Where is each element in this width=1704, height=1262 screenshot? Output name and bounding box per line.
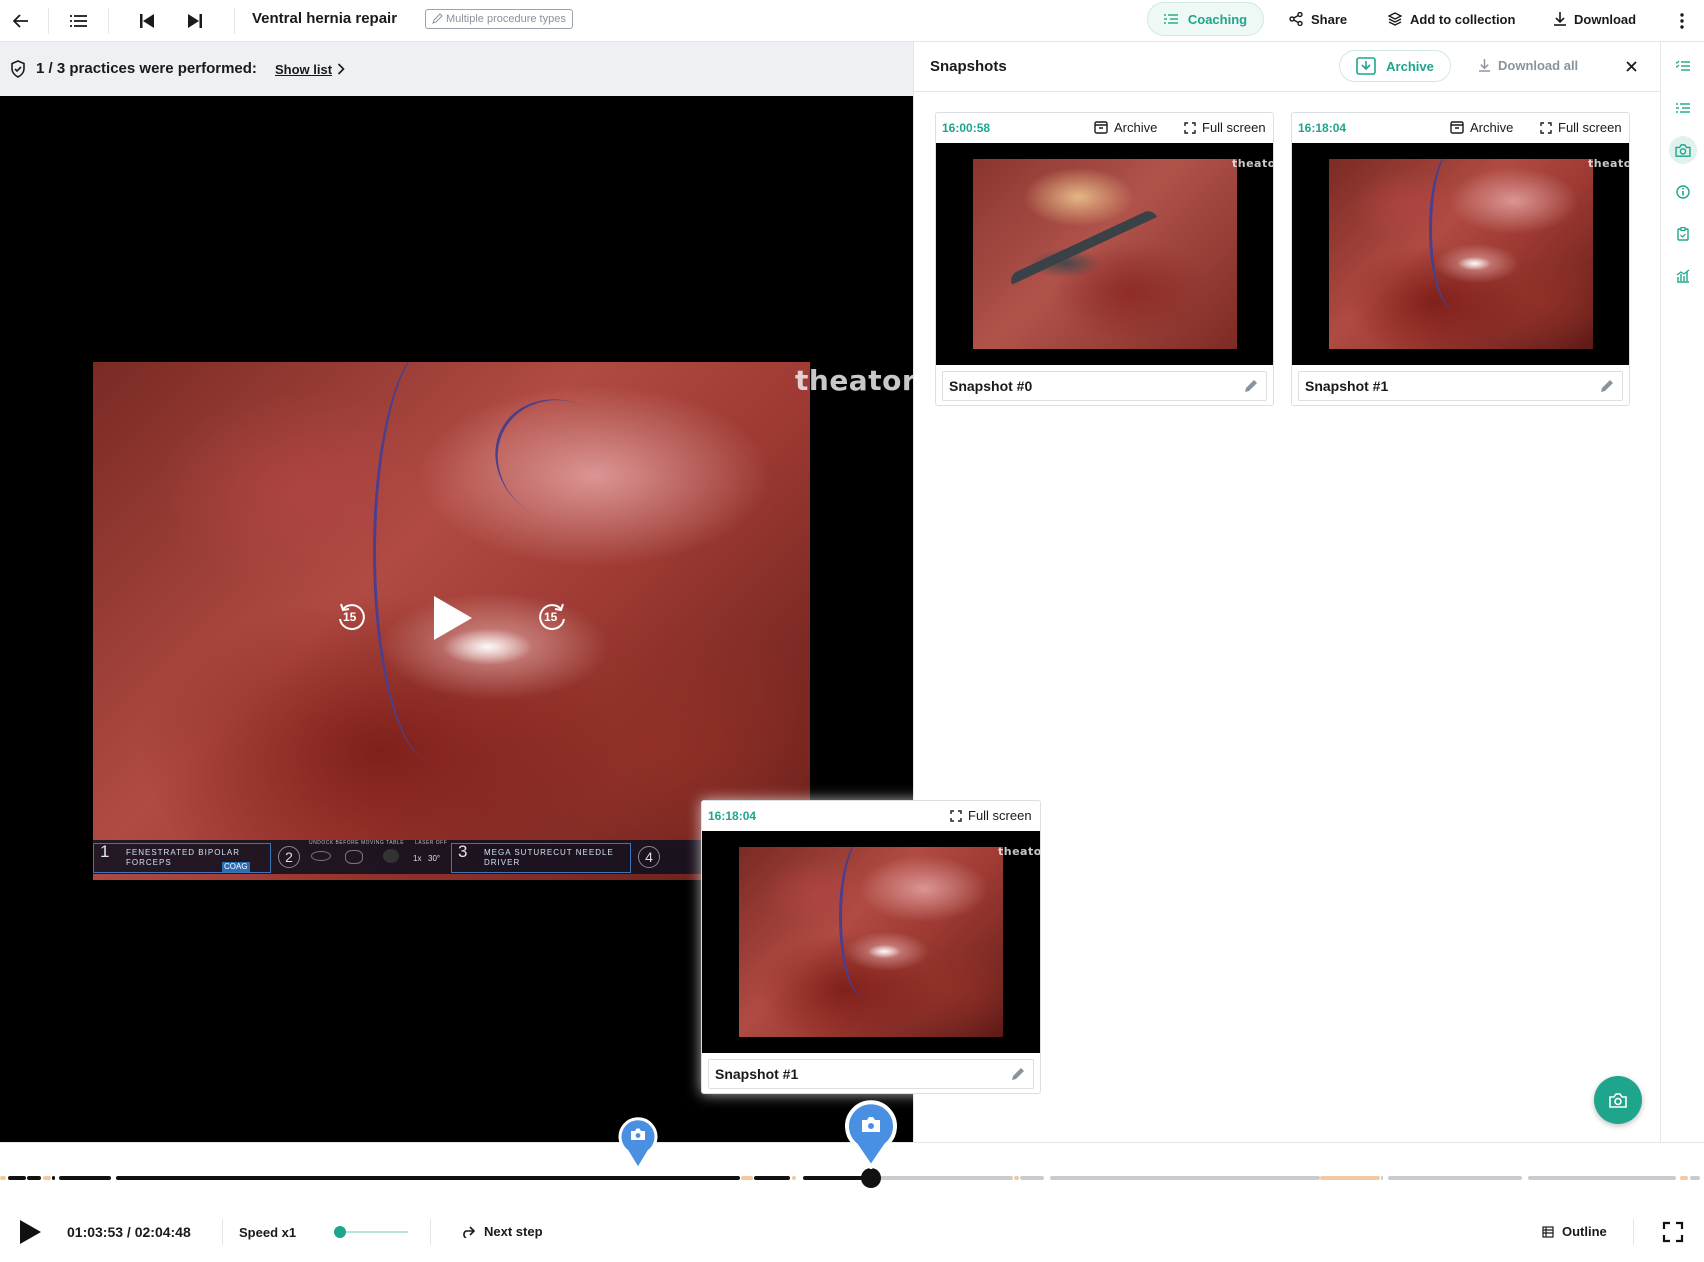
time-display: 01:03:53 / 02:04:48 [67, 1224, 191, 1240]
fullscreen-snapshot-button[interactable]: Full screen [1184, 120, 1266, 135]
skip-back-15-button[interactable]: 15 [335, 600, 369, 634]
outline-icon [1542, 1225, 1554, 1238]
archive-snapshot-button[interactable]: Archive [1094, 120, 1157, 135]
speed-slider[interactable] [333, 1226, 408, 1238]
chevron-right-icon[interactable] [337, 63, 345, 75]
practices-count: 1 / 3 practices were performed: [36, 60, 257, 77]
timeline-controls: 01:03:53 / 02:04:48 Speed x1 Next step O… [0, 1100, 1704, 1262]
snapshot-thumbnail[interactable]: theator [702, 831, 1040, 1053]
camera-icon [1609, 1092, 1627, 1108]
fullscreen-icon[interactable] [1662, 1221, 1684, 1243]
snapshot-time: 16:00:58 [942, 121, 991, 135]
snapshot-thumbnail[interactable]: theator [936, 143, 1273, 365]
share-icon [1289, 12, 1303, 26]
status-icon [345, 850, 363, 864]
download-button[interactable]: Download [1554, 0, 1636, 38]
fullscreen-snapshot-button[interactable]: Full screen [950, 808, 1032, 823]
edit-pencil-icon[interactable] [1244, 379, 1258, 393]
shield-check-icon [10, 60, 26, 78]
fullscreen-icon [1540, 121, 1552, 134]
back-arrow-icon[interactable] [6, 0, 36, 42]
tool-3: 3 MEGA SUTURECUT NEEDLE DRIVER [451, 843, 631, 873]
edit-pencil-icon[interactable] [1011, 1067, 1025, 1081]
next-video-icon[interactable] [180, 0, 210, 42]
snapshot-card[interactable]: 16:00:58 Archive Full screen theator Sna… [935, 112, 1274, 406]
snapshot-name-field[interactable]: Snapshot #1 [708, 1059, 1034, 1089]
info-icon[interactable] [1669, 178, 1697, 206]
fullscreen-snapshot-button[interactable]: Full screen [1540, 120, 1622, 135]
archive-icon [1094, 121, 1108, 134]
snapshot-marker[interactable] [617, 1115, 659, 1171]
more-options-icon[interactable] [1670, 0, 1694, 42]
close-icon[interactable] [1626, 61, 1637, 72]
side-rail [1660, 42, 1704, 1142]
snapshot-name-field[interactable]: Snapshot #1 [1298, 371, 1623, 401]
skip-forward-15-button[interactable]: 15 [535, 600, 569, 634]
outline-button[interactable]: Outline [1542, 1224, 1607, 1239]
camera-icon[interactable] [1669, 136, 1697, 164]
analytics-icon[interactable] [1669, 262, 1697, 290]
snapshot-thumbnail[interactable]: theator [1292, 143, 1629, 365]
speed-slider-handle[interactable] [333, 1226, 346, 1238]
procedure-type-badge[interactable]: Multiple procedure types [425, 9, 573, 29]
speed-label: Speed x1 [239, 1225, 297, 1240]
snapshot-marker-active[interactable] [844, 1099, 898, 1169]
top-bar: Ventral hernia repair Multiple procedure… [0, 0, 1704, 42]
previous-video-icon[interactable] [132, 0, 162, 42]
pencil-icon [432, 13, 443, 24]
status-icon [311, 851, 331, 861]
checklist-icon[interactable] [1669, 52, 1697, 80]
download-icon [1554, 12, 1566, 26]
download-icon [1479, 59, 1490, 72]
sliders-icon[interactable] [1669, 94, 1697, 122]
sliders-icon [1163, 13, 1178, 25]
procedure-title: Ventral hernia repair [252, 10, 398, 27]
snapshot-time: 16:18:04 [1298, 121, 1347, 135]
share-button[interactable]: Share [1289, 0, 1347, 38]
add-to-collection-button[interactable]: Add to collection [1388, 0, 1515, 38]
tool-slot-4: 4 [638, 846, 660, 868]
snapshots-header: Snapshots Archive Download all [914, 42, 1661, 92]
status-icon [383, 849, 399, 863]
show-list-link[interactable]: Show list [275, 62, 332, 77]
video-watermark: theator [795, 364, 913, 397]
layers-icon [1388, 12, 1402, 26]
tool-1: 1 FENESTRATED BIPOLAR FORCEPS COAG [93, 843, 271, 873]
list-icon[interactable] [64, 0, 94, 42]
edit-pencil-icon[interactable] [1600, 379, 1614, 393]
download-all-button[interactable]: Download all [1479, 58, 1578, 73]
archive-icon [1450, 121, 1464, 134]
snapshot-name-field[interactable]: Snapshot #0 [942, 371, 1267, 401]
play-icon[interactable] [18, 1219, 42, 1245]
panel-title: Snapshots [930, 58, 1007, 75]
next-step-button[interactable]: Next step [460, 1224, 543, 1239]
practices-banner: 1 / 3 practices were performed: Show lis… [0, 42, 913, 96]
clipboard-icon[interactable] [1669, 220, 1697, 248]
snapshot-time: 16:18:04 [708, 809, 757, 823]
coaching-button[interactable]: Coaching [1147, 2, 1264, 36]
instrument-overlay: 1 FENESTRATED BIPOLAR FORCEPS COAG 2 UND… [93, 840, 713, 874]
archive-snapshot-button[interactable]: Archive [1450, 120, 1513, 135]
center-play-icon[interactable] [430, 594, 474, 642]
snapshot-preview-popup[interactable]: 16:18:04 Full screen theator Snapshot #1 [701, 800, 1041, 1094]
snapshot-card[interactable]: 16:18:04 Archive Full screen theator Sna… [1291, 112, 1630, 406]
redo-arrow-icon [460, 1225, 476, 1238]
tool-slot-2: 2 [278, 846, 300, 868]
take-snapshot-button[interactable] [1594, 1076, 1642, 1124]
fullscreen-icon [1184, 121, 1196, 134]
archive-all-button[interactable]: Archive [1339, 50, 1451, 82]
archive-icon [1356, 57, 1376, 75]
playhead-handle[interactable] [860, 1168, 881, 1188]
fullscreen-icon [950, 809, 962, 822]
